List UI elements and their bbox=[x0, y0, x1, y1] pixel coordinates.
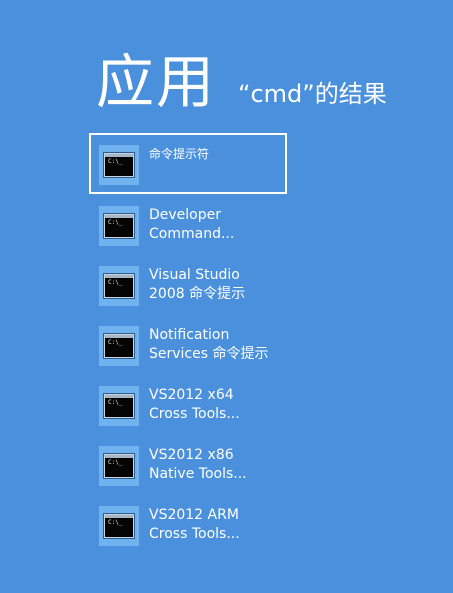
app-tile: C:\_ bbox=[99, 386, 139, 426]
app-tile: C:\_ bbox=[99, 446, 139, 486]
result-label-line1: Developer bbox=[149, 207, 222, 223]
command-prompt-icon: C:\_ bbox=[104, 274, 134, 298]
result-vs2008-command-prompt[interactable]: C:\_ Visual Studio 2008 命令提示 bbox=[89, 254, 287, 314]
result-label: Visual Studio 2008 命令提示 bbox=[149, 266, 245, 304]
result-label-line2: Cross Tools... bbox=[149, 406, 240, 422]
result-vs2012-x86-native-tools[interactable]: C:\_ VS2012 x86 Native Tools... bbox=[89, 434, 287, 494]
result-label: Notification Services 命令提示 bbox=[149, 326, 269, 364]
app-tile: C:\_ bbox=[99, 326, 139, 366]
result-label-line1: VS2012 ARM bbox=[149, 507, 239, 523]
command-prompt-icon: C:\_ bbox=[104, 153, 134, 177]
result-label-line2: Command... bbox=[149, 226, 235, 242]
command-prompt-icon: C:\_ bbox=[104, 514, 134, 538]
result-label-line1: VS2012 x86 bbox=[149, 447, 234, 463]
app-tile: C:\_ bbox=[99, 266, 139, 306]
result-developer-command[interactable]: C:\_ Developer Command... bbox=[89, 194, 287, 254]
result-label-line2: Services 命令提示 bbox=[149, 346, 269, 362]
result-label: Developer Command... bbox=[149, 206, 234, 244]
command-prompt-icon: C:\_ bbox=[104, 394, 134, 418]
result-label-line1: VS2012 x64 bbox=[149, 387, 234, 403]
result-label: VS2012 ARM Cross Tools... bbox=[149, 506, 240, 544]
result-label-line1: Notification bbox=[149, 327, 230, 343]
search-query-label: “cmd”的结果 bbox=[238, 80, 387, 108]
app-tile: C:\_ bbox=[99, 506, 139, 546]
app-tile: C:\_ bbox=[99, 206, 139, 246]
result-label-line2: 2008 命令提示 bbox=[149, 286, 246, 302]
result-vs2012-arm-cross-tools[interactable]: C:\_ VS2012 ARM Cross Tools... bbox=[89, 494, 287, 554]
result-label-line2: Native Tools... bbox=[149, 466, 247, 482]
command-prompt-icon: C:\_ bbox=[104, 214, 134, 238]
result-label-line1: 命令提示符 bbox=[149, 147, 210, 161]
result-label-line1: Visual Studio bbox=[149, 267, 240, 283]
search-results-list: C:\_ 命令提示符 C:\_ Developer Command... C:\… bbox=[89, 133, 429, 554]
result-label: 命令提示符 bbox=[149, 145, 209, 164]
result-vs2012-x64-cross-tools[interactable]: C:\_ VS2012 x64 Cross Tools... bbox=[89, 374, 287, 434]
app-tile: C:\_ bbox=[99, 145, 139, 185]
page-title: 应用 bbox=[96, 48, 217, 116]
result-label-line2: Cross Tools... bbox=[149, 526, 240, 542]
search-results-header: 应用 “cmd”的结果 bbox=[96, 46, 387, 118]
result-label: VS2012 x86 Native Tools... bbox=[149, 446, 247, 484]
result-label: VS2012 x64 Cross Tools... bbox=[149, 386, 240, 424]
command-prompt-icon: C:\_ bbox=[104, 334, 134, 358]
result-command-prompt[interactable]: C:\_ 命令提示符 bbox=[89, 133, 287, 194]
result-notification-services[interactable]: C:\_ Notification Services 命令提示 bbox=[89, 314, 287, 374]
command-prompt-icon: C:\_ bbox=[104, 454, 134, 478]
